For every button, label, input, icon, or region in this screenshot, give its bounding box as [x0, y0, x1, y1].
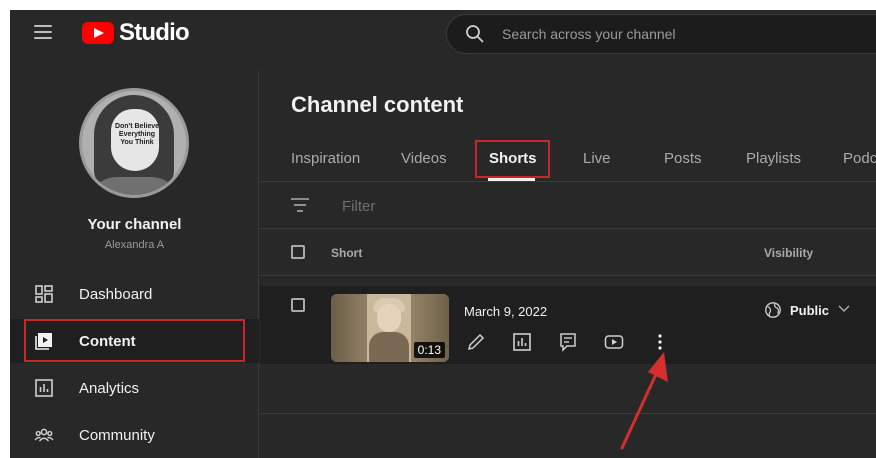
- short-date: March 9, 2022: [464, 304, 548, 319]
- sidebar-item-dashboard[interactable]: Dashboard: [10, 272, 259, 316]
- logo-text: Studio: [119, 19, 190, 46]
- community-icon: [34, 428, 54, 442]
- sidebar-item-label: Dashboard: [79, 285, 153, 303]
- menu-icon[interactable]: [34, 25, 52, 39]
- tab-live[interactable]: Live: [583, 150, 611, 172]
- tab-podcasts[interactable]: Podc: [843, 150, 876, 172]
- tab-playlists[interactable]: Playlists: [746, 150, 801, 172]
- youtube-icon[interactable]: [604, 332, 624, 352]
- channel-name[interactable]: Your channel: [10, 216, 259, 233]
- sidebar-item-content[interactable]: Content: [10, 319, 259, 363]
- chevron-down-icon[interactable]: [838, 304, 850, 314]
- main-content: Channel content Inspiration Videos Short…: [260, 70, 876, 458]
- table-row[interactable]: 0:13 March 9, 2022 Public: [260, 286, 876, 364]
- divider: [260, 181, 876, 182]
- column-header-visibility[interactable]: Visibility: [764, 246, 813, 260]
- sidebar: Don't Believe Everything You Think Your …: [10, 70, 259, 458]
- row-checkbox[interactable]: [291, 298, 305, 312]
- sidebar-item-label: Community: [79, 426, 155, 444]
- divider: [260, 228, 876, 229]
- divider: [260, 413, 876, 414]
- filter-icon[interactable]: [290, 197, 310, 213]
- visibility-status[interactable]: Public: [790, 303, 829, 318]
- sidebar-item-analytics[interactable]: Analytics: [10, 366, 259, 410]
- page-title: Channel content: [291, 92, 464, 117]
- filter-input[interactable]: Filter: [342, 198, 375, 215]
- column-header-short[interactable]: Short: [331, 246, 362, 260]
- channel-handle: Alexandra A: [104, 239, 165, 251]
- globe-icon: [765, 302, 781, 318]
- edit-icon[interactable]: [466, 332, 486, 352]
- sidebar-item-label: Content: [79, 332, 136, 350]
- select-all-checkbox[interactable]: [291, 245, 305, 259]
- sidebar-item-label: Analytics: [79, 379, 140, 397]
- analytics-icon[interactable]: [512, 332, 532, 352]
- short-thumbnail[interactable]: 0:13: [331, 294, 449, 362]
- content-icon: [35, 333, 52, 350]
- studio-window: Studio Don't Believe Everything You Thin…: [10, 10, 876, 458]
- more-options-icon[interactable]: [650, 332, 670, 352]
- avatar-text: Don't Believe Everything You Think: [114, 123, 160, 146]
- search-icon[interactable]: [465, 24, 485, 44]
- sidebar-item-community[interactable]: Community: [10, 413, 259, 457]
- search-bar[interactable]: [446, 14, 876, 54]
- search-input[interactable]: [502, 24, 862, 44]
- channel-avatar[interactable]: Don't Believe Everything You Think: [79, 88, 189, 198]
- comments-icon[interactable]: [558, 332, 578, 352]
- analytics-icon: [35, 379, 53, 397]
- tab-inspiration[interactable]: Inspiration: [291, 150, 360, 172]
- tab-videos[interactable]: Videos: [401, 150, 447, 172]
- tab-posts[interactable]: Posts: [664, 150, 702, 172]
- youtube-logo-icon: [82, 22, 114, 44]
- divider: [260, 275, 876, 276]
- studio-logo[interactable]: Studio: [82, 19, 190, 46]
- dashboard-icon: [35, 285, 53, 303]
- top-bar: Studio: [10, 10, 876, 58]
- tab-shorts[interactable]: Shorts: [489, 150, 537, 172]
- duration-badge: 0:13: [413, 342, 445, 358]
